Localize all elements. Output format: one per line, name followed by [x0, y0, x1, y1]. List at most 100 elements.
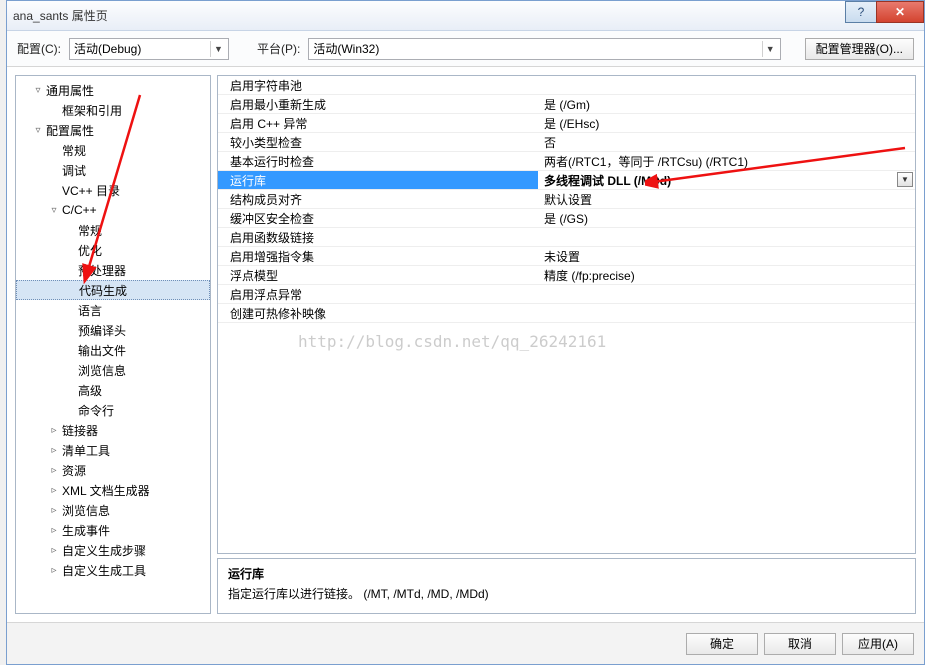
config-combo[interactable]: 活动(Debug) ▼ [69, 38, 229, 60]
property-row[interactable]: 启用字符串池 [218, 76, 915, 95]
toolbar: 配置(C): 活动(Debug) ▼ 平台(P): 活动(Win32) ▼ 配置… [7, 31, 924, 67]
tree-expander-icon[interactable]: ▿ [32, 125, 44, 136]
tree-item[interactable]: ▹XML 文档生成器 [16, 480, 210, 500]
tree-item-label: 常规 [76, 222, 102, 239]
chevron-down-icon[interactable]: ▼ [897, 172, 913, 187]
close-button[interactable]: ✕ [876, 1, 924, 23]
tree-item[interactable]: ▹清单工具 [16, 440, 210, 460]
tree-item-label: 浏览信息 [60, 502, 110, 519]
tree-expander-icon[interactable]: ▹ [48, 545, 60, 556]
tree-item-label: 高级 [76, 382, 102, 399]
tree-item[interactable]: 调试 [16, 160, 210, 180]
property-name: 基本运行时检查 [218, 153, 538, 170]
property-row[interactable]: 启用最小重新生成是 (/Gm) [218, 95, 915, 114]
tree-expander-icon[interactable]: ▿ [48, 205, 60, 216]
tree-item[interactable]: ▹浏览信息 [16, 500, 210, 520]
tree-item[interactable]: VC++ 目录 [16, 180, 210, 200]
tree-item[interactable]: 优化 [16, 240, 210, 260]
tree-item[interactable]: ▹自定义生成步骤 [16, 540, 210, 560]
property-row[interactable]: 浮点模型精度 (/fp:precise) [218, 266, 915, 285]
tree-item[interactable]: 语言 [16, 300, 210, 320]
property-name: 运行库 [218, 172, 538, 189]
tree-expander-icon[interactable]: ▹ [48, 445, 60, 456]
cancel-button[interactable]: 取消 [764, 633, 836, 655]
tree-item[interactable]: ▿C/C++ [16, 200, 210, 220]
tree-item-label: 自定义生成步骤 [60, 542, 146, 559]
chevron-down-icon: ▼ [762, 41, 778, 57]
tree-expander-icon[interactable]: ▿ [32, 85, 44, 96]
tree-item[interactable]: 命令行 [16, 400, 210, 420]
tree-item-label: 浏览信息 [76, 362, 126, 379]
platform-combo[interactable]: 活动(Win32) ▼ [308, 38, 780, 60]
right-panel: http://blog.csdn.net/qq_26242161 启用字符串池启… [217, 75, 916, 614]
tree-item[interactable]: ▹生成事件 [16, 520, 210, 540]
property-name: 结构成员对齐 [218, 191, 538, 208]
tree-item-label: XML 文档生成器 [60, 482, 150, 499]
titlebar: ana_sants 属性页 ? ✕ [7, 1, 924, 31]
content: ▿通用属性框架和引用▿配置属性常规调试VC++ 目录▿C/C++常规优化预处理器… [7, 67, 924, 622]
tree-item[interactable]: 预处理器 [16, 260, 210, 280]
tree-item-label: 生成事件 [60, 522, 110, 539]
description-title: 运行库 [228, 565, 905, 582]
tree-item[interactable]: 预编译头 [16, 320, 210, 340]
property-name: 启用增强指令集 [218, 248, 538, 265]
tree-item[interactable]: ▹链接器 [16, 420, 210, 440]
tree-item-label: 优化 [76, 242, 102, 259]
property-name: 较小类型检查 [218, 134, 538, 151]
tree-expander-icon[interactable]: ▹ [48, 525, 60, 536]
tree-item-label: 配置属性 [44, 122, 94, 139]
property-row[interactable]: 启用浮点异常 [218, 285, 915, 304]
tree-item[interactable]: 高级 [16, 380, 210, 400]
tree-expander-icon[interactable]: ▹ [48, 505, 60, 516]
tree-item[interactable]: 浏览信息 [16, 360, 210, 380]
property-value[interactable]: 多线程调试 DLL (/MDd)▼ [538, 171, 915, 189]
tree-item[interactable]: 常规 [16, 220, 210, 240]
tree-item[interactable]: 代码生成 [16, 280, 210, 300]
tree-item-label: 资源 [60, 462, 86, 479]
tree-item-label: VC++ 目录 [60, 182, 120, 199]
property-row[interactable]: 结构成员对齐默认设置 [218, 190, 915, 209]
property-name: 浮点模型 [218, 267, 538, 284]
description-panel: 运行库 指定运行库以进行链接。 (/MT, /MTd, /MD, /MDd) [217, 558, 916, 614]
property-row[interactable]: 启用增强指令集未设置 [218, 247, 915, 266]
config-manager-button[interactable]: 配置管理器(O)... [805, 38, 914, 60]
property-name: 创建可热修补映像 [218, 305, 538, 322]
property-row[interactable]: 较小类型检查否 [218, 133, 915, 152]
config-manager-label: 配置管理器(O)... [816, 40, 903, 57]
config-label: 配置(C): [17, 40, 61, 57]
property-row[interactable]: 创建可热修补映像 [218, 304, 915, 323]
tree-item[interactable]: ▹资源 [16, 460, 210, 480]
property-name: 启用最小重新生成 [218, 96, 538, 113]
tree-item[interactable]: 输出文件 [16, 340, 210, 360]
tree-panel[interactable]: ▿通用属性框架和引用▿配置属性常规调试VC++ 目录▿C/C++常规优化预处理器… [15, 75, 211, 614]
window-controls: ? ✕ [846, 1, 924, 23]
property-row[interactable]: 启用函数级链接 [218, 228, 915, 247]
tree-item[interactable]: 框架和引用 [16, 100, 210, 120]
tree-expander-icon[interactable]: ▹ [48, 565, 60, 576]
tree-expander-icon[interactable]: ▹ [48, 425, 60, 436]
tree-item-label: 调试 [60, 162, 86, 179]
help-button[interactable]: ? [845, 1, 877, 23]
property-value: 是 (/Gm) [538, 96, 915, 113]
tree-item-label: 预处理器 [76, 262, 126, 279]
tree-expander-icon[interactable]: ▹ [48, 485, 60, 496]
property-row[interactable]: 缓冲区安全检查是 (/GS) [218, 209, 915, 228]
watermark: http://blog.csdn.net/qq_26242161 [298, 332, 606, 351]
platform-value: 活动(Win32) [313, 40, 379, 57]
property-row[interactable]: 运行库多线程调试 DLL (/MDd)▼ [218, 171, 915, 190]
tree-item-label: 框架和引用 [60, 102, 122, 119]
apply-button[interactable]: 应用(A) [842, 633, 914, 655]
tree-item[interactable]: ▿通用属性 [16, 80, 210, 100]
tree-item-label: C/C++ [60, 203, 97, 217]
property-name: 启用函数级链接 [218, 229, 538, 246]
property-row[interactable]: 基本运行时检查两者(/RTC1，等同于 /RTCsu) (/RTC1) [218, 152, 915, 171]
tree-item-label: 预编译头 [76, 322, 126, 339]
property-row[interactable]: 启用 C++ 异常是 (/EHsc) [218, 114, 915, 133]
tree-item-label: 输出文件 [76, 342, 126, 359]
tree-item[interactable]: 常规 [16, 140, 210, 160]
tree-item[interactable]: ▿配置属性 [16, 120, 210, 140]
tree-item[interactable]: ▹自定义生成工具 [16, 560, 210, 580]
tree-expander-icon[interactable]: ▹ [48, 465, 60, 476]
ok-button[interactable]: 确定 [686, 633, 758, 655]
property-grid[interactable]: http://blog.csdn.net/qq_26242161 启用字符串池启… [217, 75, 916, 554]
